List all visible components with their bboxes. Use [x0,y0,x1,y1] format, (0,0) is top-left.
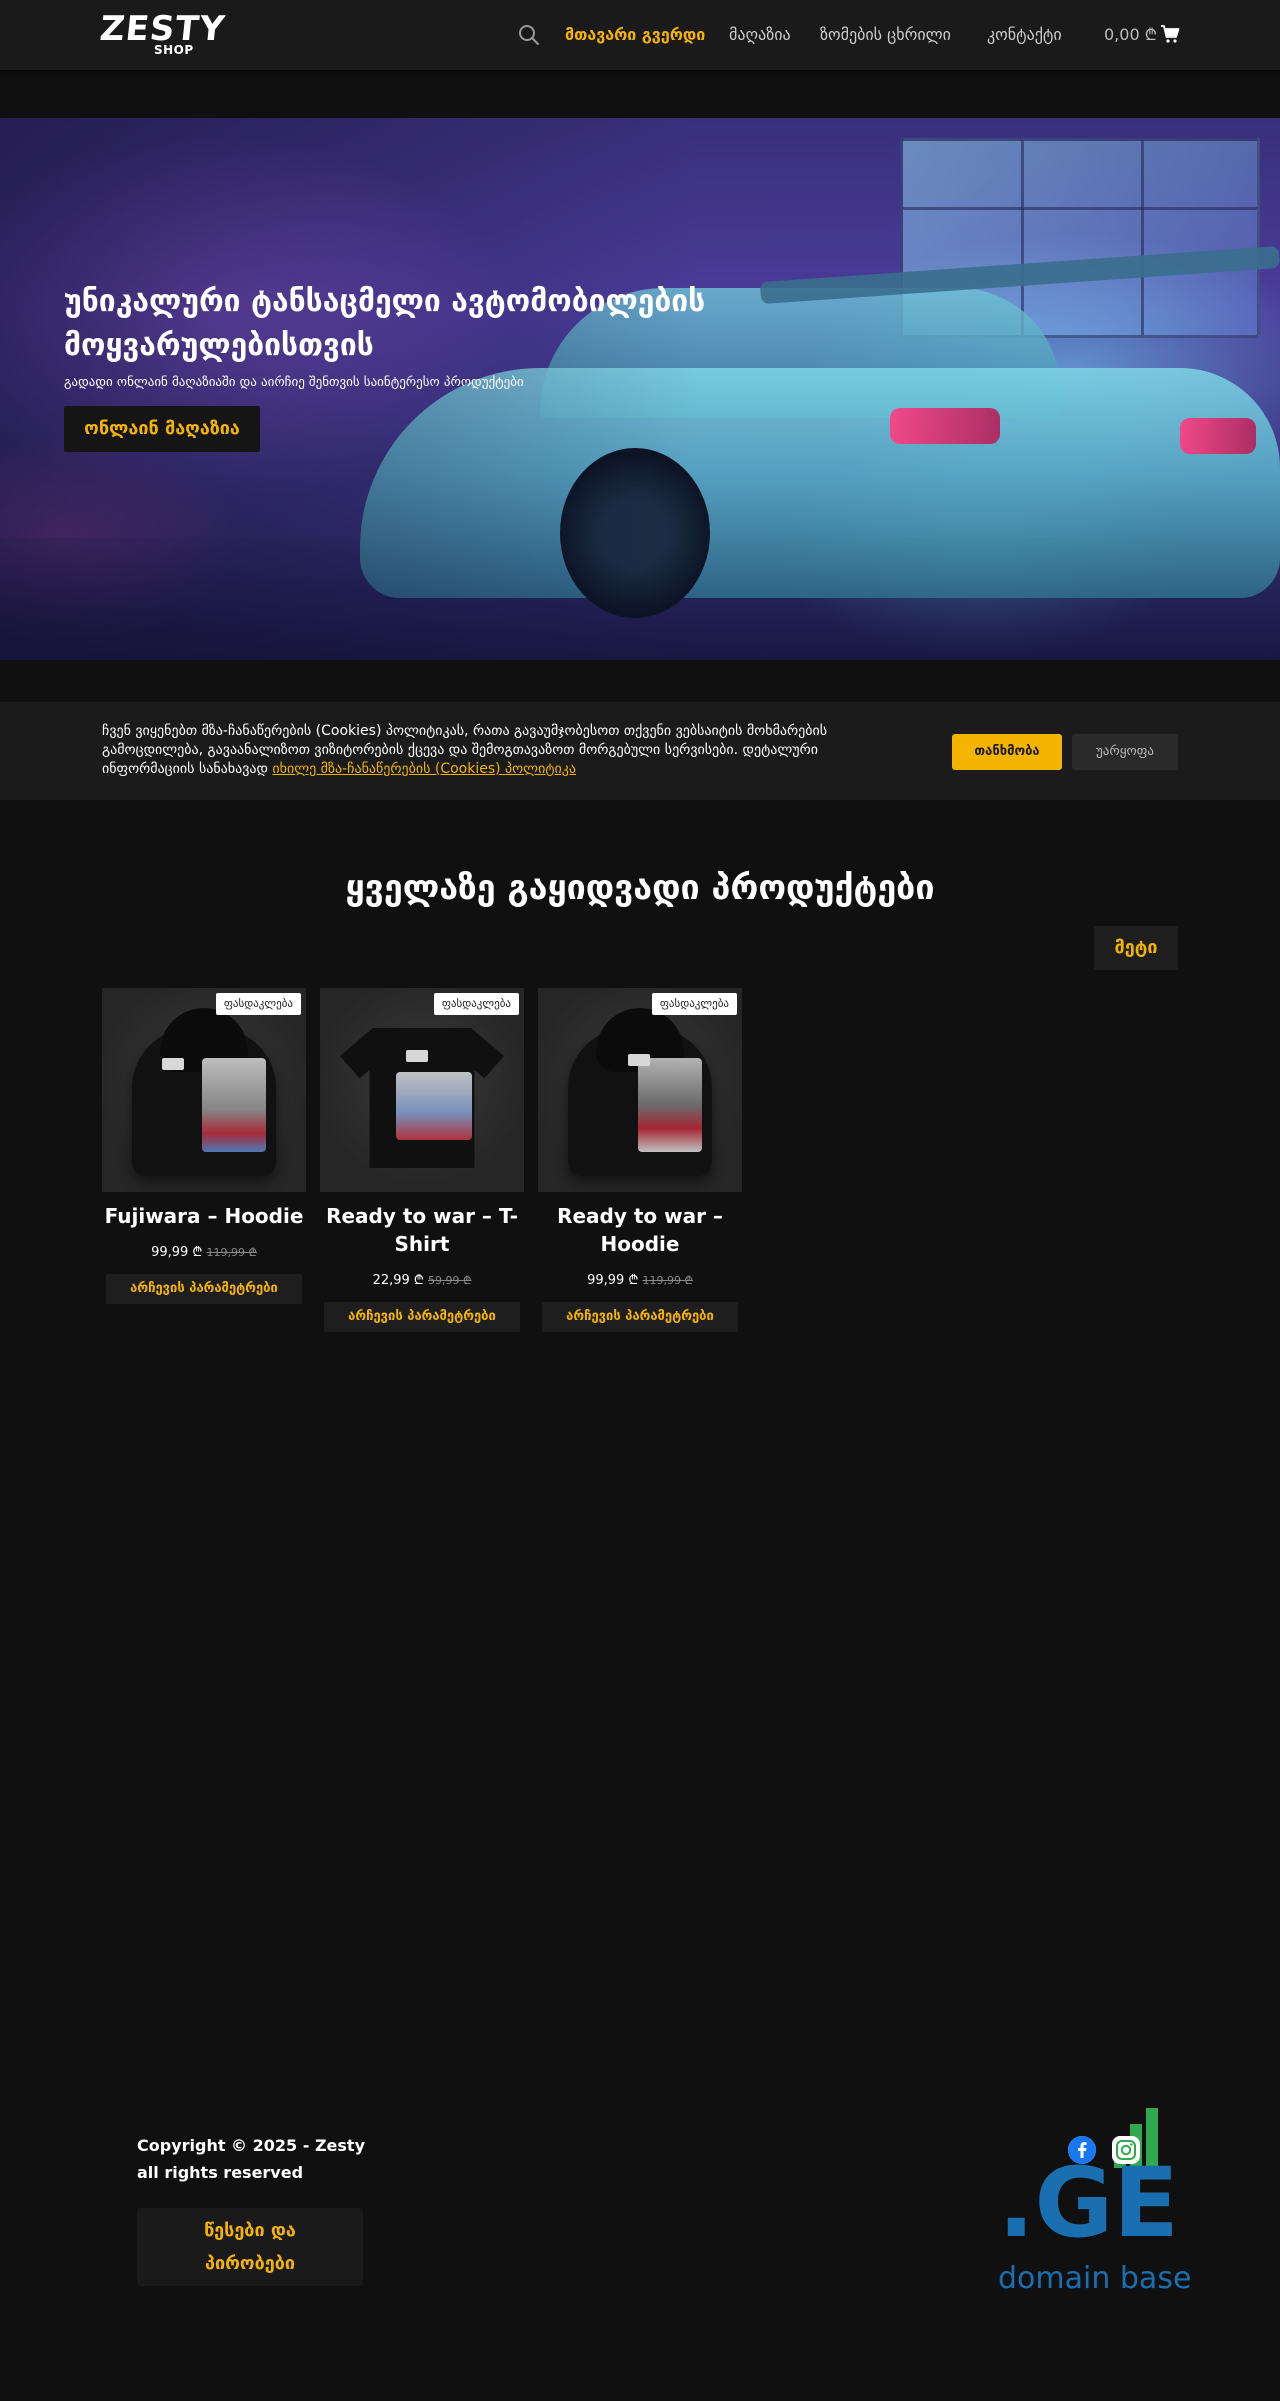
cart-total[interactable]: 0,00 ₾ [1104,24,1157,46]
product-print [202,1058,266,1152]
product-image[interactable]: ფასდაკლება [538,988,742,1192]
hero-banner: უნიკალური ტანსაცმელი ავტომობილების მოყვა… [0,118,1280,660]
product-image[interactable]: ფასდაკლება [320,988,524,1192]
price-current: 99,99 ₾ [151,1245,203,1260]
product-price: 99,99 ₾ 119,99 ₾ [102,1244,306,1262]
bestsellers-title: ყველაზე გაყიდვადი პროდუქტები [345,868,935,908]
select-options-button[interactable]: არჩევის პარამეტრები [106,1274,302,1304]
sale-badge: ფასდაკლება [433,993,519,1015]
cookie-banner: ჩვენ ვიყენებთ მზა-ჩანაწერების (Cookies) … [0,702,1280,800]
hero-subtitle: გადადი ონლაინ მაღაზიაში და აირჩიე შენთვი… [64,375,524,390]
select-options-button[interactable]: არჩევის პარამეტრები [542,1302,738,1332]
hero-car-taillight-left [890,408,1000,444]
nav-size-chart[interactable]: ზომების ცხრილი [820,24,951,46]
cart-icon[interactable] [1160,24,1180,44]
product-print [396,1072,472,1140]
product-name[interactable]: Ready to war – Hoodie [538,1202,742,1258]
facebook-icon[interactable] [1068,2136,1096,2164]
terms-button[interactable]: წესები და პირობები [137,2208,363,2286]
terms-label-line2: პირობები [205,2253,295,2274]
product-price: 22,99 ₾ 59,99 ₾ [320,1272,524,1290]
instagram-glyph [1113,2137,1139,2163]
cookie-decline-button[interactable]: უარყოფა [1072,734,1178,770]
more-button[interactable]: მეტი [1094,926,1178,970]
select-options-button[interactable]: არჩევის პარამეტრები [324,1302,520,1332]
logo-subtext: SHOP [154,43,194,57]
product-chest-logo [406,1050,428,1062]
price-old: 119,99 ₾ [206,1246,257,1259]
sale-badge: ფასდაკლება [651,993,737,1015]
hero-title: უნიკალური ტანსაცმელი ავტომობილების მოყვა… [64,284,706,363]
product-chest-logo [162,1058,184,1070]
product-name[interactable]: Ready to war – T-Shirt [320,1202,524,1258]
cookie-text: ჩვენ ვიყენებთ მზა-ჩანაწერების (Cookies) … [102,722,902,779]
price-current: 99,99 ₾ [587,1273,639,1288]
hero-car-taillight-right [1180,418,1256,454]
product-chest-logo [628,1054,650,1066]
cookie-accept-button[interactable]: თანხმობა [952,734,1062,770]
cookie-policy-link[interactable]: იხილე მზა-ჩანაწერების (Cookies) პოლიტიკა [272,761,576,777]
product-price: 99,99 ₾ 119,99 ₾ [538,1272,742,1290]
site-header: ZESTY SHOP მთავარი გვერდი მაღაზია ზომები… [0,0,1280,70]
search-icon[interactable] [518,24,540,46]
product-image[interactable]: ფასდაკლება [102,988,306,1192]
copyright-line: Copyright © 2025 - Zesty [137,2136,365,2155]
sale-badge: ფასდაკლება [215,993,301,1015]
product-print [638,1058,702,1152]
product-name[interactable]: Fujiwara – Hoodie [102,1202,306,1230]
nav-shop[interactable]: მაღაზია [729,24,791,46]
nav-home[interactable]: მთავარი გვერდი [565,24,705,46]
zesty-logo[interactable]: ZESTY SHOP [98,9,227,58]
price-current: 22,99 ₾ [372,1273,424,1288]
facebook-glyph [1068,2136,1096,2164]
nav-contact[interactable]: კონტაქტი [987,24,1062,46]
terms-label-line1: წესები და [204,2220,296,2241]
domain-logo-subtext: domain base [998,2261,1191,2296]
instagram-icon[interactable] [1112,2136,1140,2164]
price-old: 119,99 ₾ [642,1274,693,1287]
price-old: 59,99 ₾ [427,1274,472,1287]
online-shop-button[interactable]: ონლაინ მაღაზია [64,406,260,452]
logo-text: ZESTY [97,9,228,49]
copyright-text: Copyright © 2025 - Zesty all rights rese… [137,2132,397,2186]
rights-line: all rights reserved [137,2163,304,2182]
